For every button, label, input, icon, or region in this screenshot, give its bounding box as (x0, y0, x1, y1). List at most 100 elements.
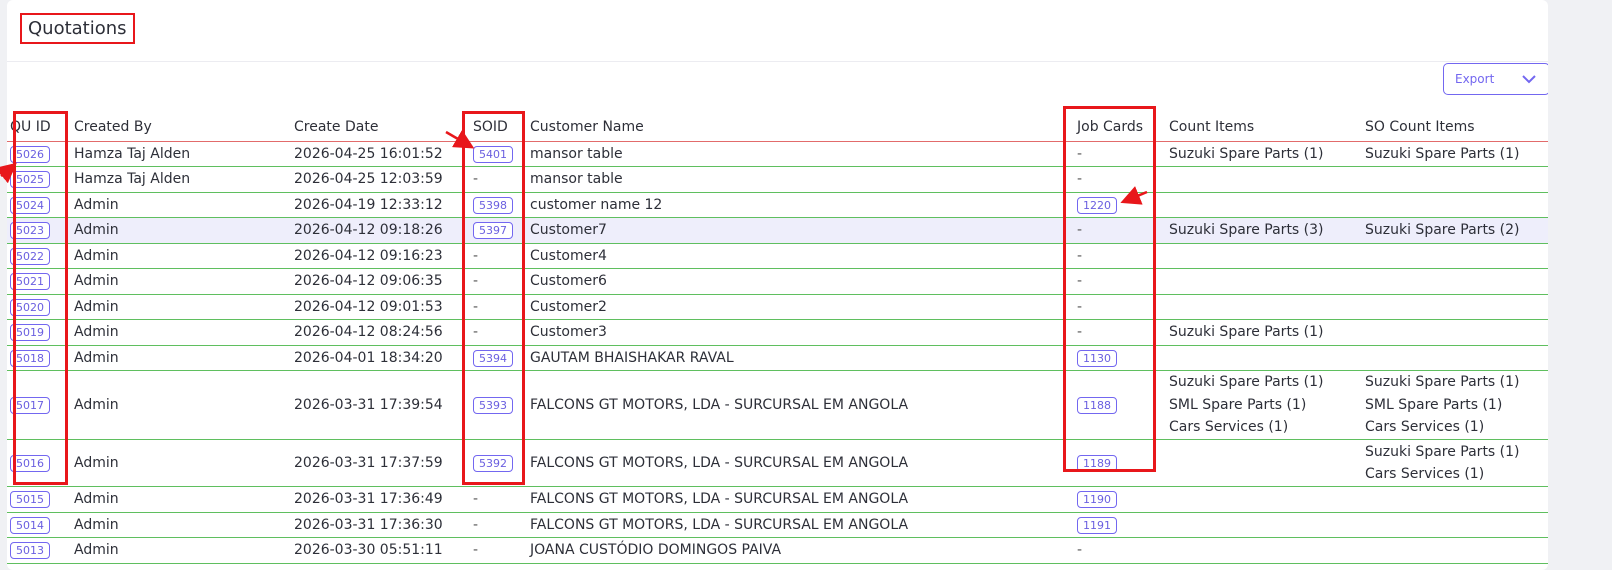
quid-link[interactable]: 5015 (10, 491, 50, 508)
quid-link[interactable]: 5018 (10, 349, 50, 367)
quid-link[interactable]: 5020 (10, 298, 50, 316)
empty-value: - (1077, 222, 1083, 238)
created-by-cell: Admin (71, 192, 291, 218)
customer-name-cell: FALCONS GT MOTORS, LDA - SURCURSAL EM AN… (527, 370, 1074, 440)
create-date-cell: 2026-03-31 17:37:59 (291, 439, 470, 487)
column-header[interactable]: QU ID (7, 113, 71, 142)
empty-value: - (1077, 247, 1083, 264)
table-row[interactable]: 5017 Admin 2026-03-31 17:39:54 5393 FALCONS … (7, 370, 1548, 440)
created-by-cell: Admin (71, 294, 291, 320)
customer-name-cell: mansor table (527, 141, 1074, 167)
create-date-cell: 2026-03-31 17:36:49 (291, 486, 470, 513)
column-header[interactable]: SOID (470, 113, 527, 142)
create-date-cell: 2026-04-19 12:33:12 (291, 192, 470, 218)
chevron-down-icon (1522, 75, 1536, 84)
create-date-cell: 2026-04-25 12:03:59 (291, 166, 470, 193)
quid-link[interactable]: 5025 (10, 171, 50, 188)
quotations-card: Quotations Export QU ID Created By Create … (7, 0, 1548, 570)
empty-value: - (1077, 298, 1083, 315)
table-row[interactable]: 5020 Admin 2026-04-12 09:01:53- Customer2- (7, 294, 1548, 320)
so-count-item: Suzuki Spare Parts (1) (1365, 443, 1520, 460)
table-row[interactable]: 5013 Admin 2026-03-30 05:51:11- JOANA CUSTÓ… (7, 537, 1548, 564)
soid-link[interactable]: 5401 (473, 145, 513, 163)
quid-link[interactable]: 5024 (10, 196, 50, 214)
soid-link[interactable]: 5397 (473, 222, 513, 239)
table-row[interactable]: 5022 Admin 2026-04-12 09:16:23- Customer4- (7, 243, 1548, 269)
created-by-cell: Hamza Taj Alden (71, 166, 291, 193)
table-row[interactable]: 5019 Admin 2026-04-12 08:24:56- Customer3- S… (7, 319, 1548, 346)
customer-name-cell: FALCONS GT MOTORS, LDA - SURCURSAL EM AN… (527, 439, 1074, 487)
quid-link[interactable]: 5021 (10, 273, 50, 290)
job-card-link[interactable]: 1191 (1077, 516, 1117, 534)
soid-link[interactable]: 5398 (473, 196, 513, 214)
quid-link[interactable]: 5026 (10, 145, 50, 163)
table-body: 5026 Hamza Taj Alden 2026-04-25 16:01:52 54… (7, 141, 1548, 564)
page-title: Quotations (20, 13, 135, 44)
customer-name-cell: customer name 12 (527, 192, 1074, 218)
quid-link[interactable]: 5016 (10, 454, 50, 472)
table-row[interactable]: 5014 Admin 2026-03-31 17:36:30- FALCONS GT … (7, 512, 1548, 538)
column-header[interactable]: Count Items (1166, 113, 1362, 142)
table-row[interactable]: 5018 Admin 2026-04-01 18:34:20 5394 GAUTAM B… (7, 345, 1548, 371)
created-by-cell: Admin (71, 217, 291, 244)
so-count-item: Suzuki Spare Parts (1) (1365, 374, 1520, 391)
customer-name-cell: JOANA CUSTÓDIO DOMINGOS PAIVA (527, 537, 1074, 564)
quid-link[interactable]: 5013 (10, 542, 50, 559)
table-row[interactable]: 5023 Admin 2026-04-12 09:18:26 5397 Customer… (7, 217, 1548, 244)
soid-link[interactable]: 5394 (473, 349, 513, 367)
quid-link[interactable]: 5023 (10, 222, 50, 239)
soid-link[interactable]: 5393 (473, 396, 513, 414)
so-count-item: SML Spare Parts (1) (1365, 396, 1503, 413)
table-row[interactable]: 5025 Hamza Taj Alden 2026-04-25 12:03:59- m… (7, 166, 1548, 193)
empty-value: - (1077, 171, 1083, 187)
table-row[interactable]: 5021 Admin 2026-04-12 09:06:35- Customer6- (7, 268, 1548, 295)
count-item: Suzuki Spare Parts (1) (1169, 145, 1324, 162)
table-row[interactable]: 5024 Admin 2026-04-19 12:33:12 5398 customer… (7, 192, 1548, 218)
job-card-link[interactable]: 1188 (1077, 396, 1117, 414)
empty-value: - (473, 516, 479, 533)
quid-link[interactable]: 5014 (10, 516, 50, 534)
export-button[interactable]: Export (1443, 63, 1548, 95)
empty-value: - (473, 542, 479, 558)
column-header[interactable]: Create Date (291, 113, 470, 142)
toolbar: Export (7, 62, 1548, 110)
so-count-item: Cars Services (1) (1365, 466, 1485, 482)
job-card-link[interactable]: 1130 (1077, 349, 1117, 367)
created-by-cell: Admin (71, 268, 291, 295)
create-date-cell: 2026-04-25 16:01:52 (291, 141, 470, 167)
quid-link[interactable]: 5019 (10, 324, 50, 341)
column-header[interactable]: Created By (71, 113, 291, 142)
created-by-cell: Hamza Taj Alden (71, 141, 291, 167)
count-item: Suzuki Spare Parts (1) (1169, 374, 1324, 391)
created-by-cell: Admin (71, 512, 291, 538)
created-by-cell: Admin (71, 345, 291, 371)
column-header[interactable]: Job Cards (1074, 113, 1166, 142)
job-card-link[interactable]: 1189 (1077, 454, 1117, 472)
column-header[interactable]: Customer Name (527, 113, 1074, 142)
export-label: Export (1455, 72, 1495, 86)
column-header[interactable]: SO Count Items (1362, 113, 1548, 142)
job-card-link[interactable]: 1220 (1077, 196, 1117, 214)
table-row[interactable]: 5026 Hamza Taj Alden 2026-04-25 16:01:52 54… (7, 141, 1548, 167)
table-header-row: QU ID Created By Create Date SOID Customer N… (7, 113, 1548, 142)
quid-link[interactable]: 5017 (10, 396, 50, 414)
customer-name-cell: Customer2 (527, 294, 1074, 320)
customer-name-cell: Customer7 (527, 217, 1074, 244)
job-card-link[interactable]: 1190 (1077, 491, 1117, 508)
customer-name-cell: Customer3 (527, 319, 1074, 346)
create-date-cell: 2026-04-01 18:34:20 (291, 345, 470, 371)
table-row[interactable]: 5015 Admin 2026-03-31 17:36:49- FALCONS GT … (7, 486, 1548, 513)
empty-value: - (1077, 273, 1083, 289)
empty-value: - (473, 298, 479, 315)
so-count-item: Suzuki Spare Parts (1) (1365, 145, 1520, 162)
create-date-cell: 2026-03-30 05:51:11 (291, 537, 470, 564)
create-date-cell: 2026-04-12 09:06:35 (291, 268, 470, 295)
quid-link[interactable]: 5022 (10, 247, 50, 265)
soid-link[interactable]: 5392 (473, 454, 513, 472)
empty-value: - (1077, 324, 1083, 340)
table-row[interactable]: 5016 Admin 2026-03-31 17:37:59 5392 FALCONS … (7, 439, 1548, 487)
create-date-cell: 2026-04-12 09:16:23 (291, 243, 470, 269)
created-by-cell: Admin (71, 486, 291, 513)
empty-value: - (473, 324, 479, 340)
empty-value: - (1077, 145, 1083, 162)
